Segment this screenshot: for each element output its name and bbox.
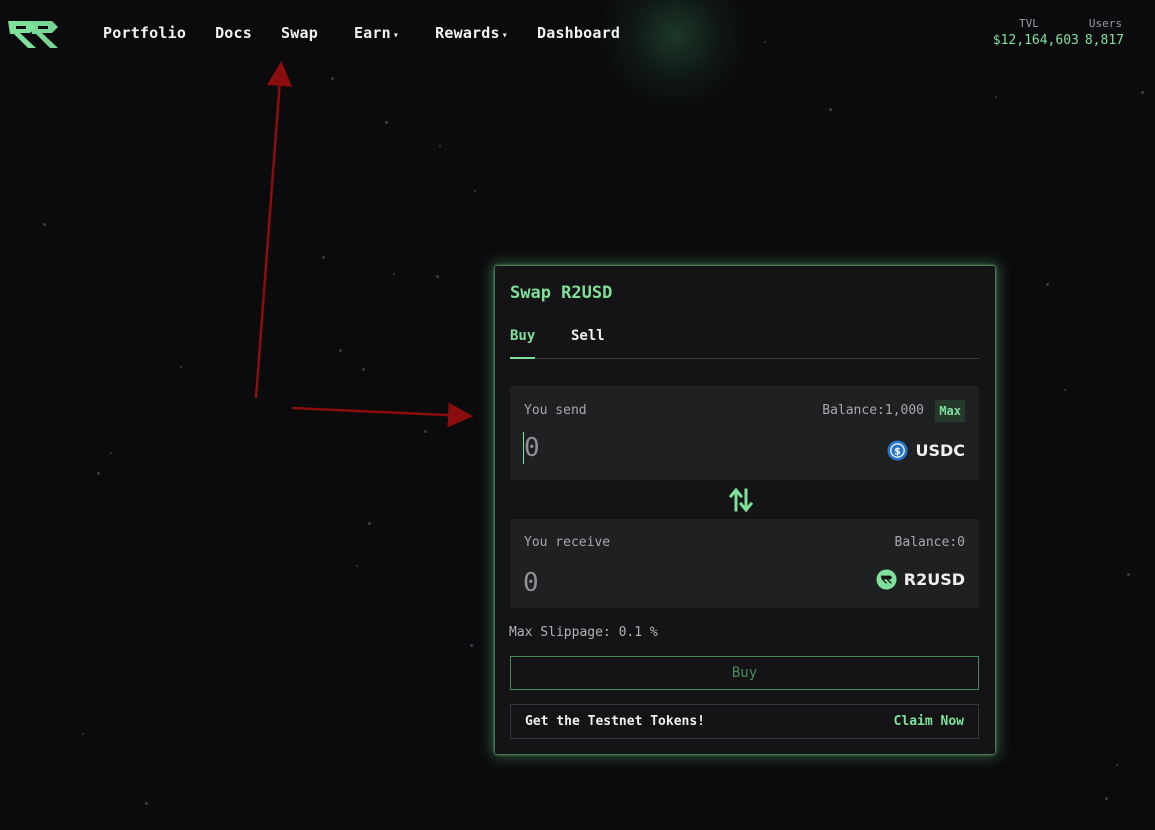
send-amount-input[interactable] [523, 432, 723, 464]
swap-card: Swap R2USD Buy Sell You send Balance:1,0… [495, 266, 995, 754]
arrow-to-swap-nav [254, 61, 292, 399]
max-button[interactable]: Max [935, 400, 965, 422]
receive-token-symbol: R2USD [903, 570, 965, 589]
receive-label: You receive [524, 535, 611, 550]
receive-amount-input[interactable] [523, 567, 723, 599]
send-token-selector[interactable]: $ USDC [887, 440, 965, 461]
buy-button[interactable]: Buy [510, 656, 979, 690]
page-background: Portfolio Docs Swap Earn ▾ Rewards ▾ Dashb… [0, 0, 1155, 830]
testnet-banner: Get the Testnet Tokens! Claim Now [510, 704, 979, 739]
send-token-symbol: USDC [915, 441, 965, 460]
arrow-to-swap-card [291, 402, 473, 428]
swap-tabs: Buy Sell [510, 328, 979, 359]
receive-panel: You receive Balance:0 R2USD [510, 519, 979, 608]
claim-now-link[interactable]: Claim Now [894, 714, 964, 729]
r2usd-icon [876, 569, 897, 590]
svg-text:$: $ [895, 446, 902, 457]
send-balance: Balance:1,000 [822, 403, 924, 418]
receive-balance: Balance:0 [894, 535, 965, 550]
send-label: You send [524, 403, 587, 418]
send-panel: You send Balance:1,000 Max $ USDC [510, 386, 979, 480]
max-slippage[interactable]: Max Slippage: 0.1 % [509, 625, 658, 640]
testnet-text: Get the Testnet Tokens! [525, 714, 706, 729]
tab-buy[interactable]: Buy [510, 328, 536, 359]
tab-sell[interactable]: Sell [571, 328, 605, 344]
usdc-icon: $ [887, 440, 908, 461]
receive-token-selector[interactable]: R2USD [876, 569, 965, 590]
swap-title: Swap R2USD [510, 283, 613, 303]
swap-arrows-icon[interactable] [727, 486, 755, 514]
